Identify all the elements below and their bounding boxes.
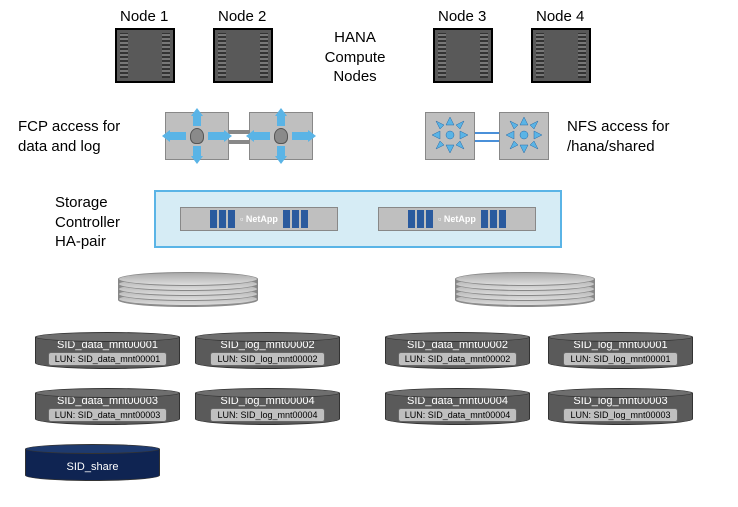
node-1-icon: [115, 28, 175, 83]
node-2-label: Node 2: [218, 8, 266, 25]
storage-line2: Controller: [55, 213, 120, 233]
lun-name: LUN: SID_log_mnt00001: [563, 352, 677, 366]
nfs-network-icon: [504, 115, 544, 158]
storage-line3: HA-pair: [55, 232, 120, 252]
volume-sid-share: SID_share: [25, 444, 160, 484]
fcp-icon-box-2: [249, 112, 313, 160]
storage-line1: Storage: [55, 193, 120, 213]
vol-name: SID_share: [67, 461, 119, 473]
nfs-icon-box-2: [499, 112, 549, 160]
volume-sid-log-mnt00002: SID_log_mnt00002 LUN: SID_log_mnt00002: [195, 332, 340, 372]
hana-line2: Compute: [310, 48, 400, 68]
lun-name: LUN: SID_log_mnt00004: [210, 408, 324, 422]
node-1-label: Node 1: [120, 8, 168, 25]
nfs-access-label: NFS access for /hana/shared: [567, 117, 670, 156]
nfs-line2: /hana/shared: [567, 137, 670, 157]
disk-stack-right-icon: [455, 272, 595, 312]
nfs-connector-bottom: [475, 140, 499, 142]
node-4-icon: [531, 28, 591, 83]
fcp-access-label: FCP access for data and log: [18, 117, 120, 156]
fcp-icon-box-1: [165, 112, 229, 160]
node-2-icon: [213, 28, 273, 83]
nfs-line1: NFS access for: [567, 117, 670, 137]
volume-sid-data-mnt00004: SID_data_mnt00004 LUN: SID_data_mnt00004: [385, 388, 530, 428]
volume-sid-log-mnt00004: SID_log_mnt00004 LUN: SID_log_mnt00004: [195, 388, 340, 428]
hana-line3: Nodes: [310, 67, 400, 87]
hana-label: HANA Compute Nodes: [310, 28, 400, 87]
netapp-unit-2: ▫ NetApp: [378, 207, 536, 231]
node-3-label: Node 3: [438, 8, 486, 25]
fcp-arrows-icon: [256, 116, 306, 156]
volume-sid-data-mnt00001: SID_data_mnt00001 LUN: SID_data_mnt00001: [35, 332, 180, 372]
nfs-connector-top: [475, 132, 499, 134]
netapp-label-2: ▫ NetApp: [435, 214, 479, 224]
fcp-line2: data and log: [18, 137, 120, 157]
nfs-network-icon: [430, 115, 470, 158]
volume-sid-log-mnt00003: SID_log_mnt00003 LUN: SID_log_mnt00003: [548, 388, 693, 428]
lun-name: LUN: SID_data_mnt00001: [48, 352, 168, 366]
volume-sid-data-mnt00002: SID_data_mnt00002 LUN: SID_data_mnt00002: [385, 332, 530, 372]
lun-name: LUN: SID_log_mnt00003: [563, 408, 677, 422]
lun-name: LUN: SID_data_mnt00002: [398, 352, 518, 366]
disk-stack-left-icon: [118, 272, 258, 312]
nfs-icon-box-1: [425, 112, 475, 160]
lun-name: LUN: SID_data_mnt00003: [48, 408, 168, 422]
node-4-label: Node 4: [536, 8, 584, 25]
fcp-line1: FCP access for: [18, 117, 120, 137]
volume-sid-log-mnt00001: SID_log_mnt00001 LUN: SID_log_mnt00001: [548, 332, 693, 372]
storage-controller-label: Storage Controller HA-pair: [55, 193, 120, 252]
lun-name: LUN: SID_data_mnt00004: [398, 408, 518, 422]
netapp-unit-1: ▫ NetApp: [180, 207, 338, 231]
lun-name: LUN: SID_log_mnt00002: [210, 352, 324, 366]
hana-line1: HANA: [310, 28, 400, 48]
netapp-label-1: ▫ NetApp: [237, 214, 281, 224]
node-3-icon: [433, 28, 493, 83]
fcp-arrows-icon: [172, 116, 222, 156]
volume-sid-data-mnt00003: SID_data_mnt00003 LUN: SID_data_mnt00003: [35, 388, 180, 428]
